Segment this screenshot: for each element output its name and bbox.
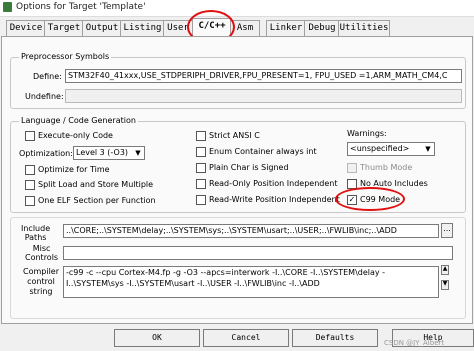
strict-ansi-label: Strict ANSI C (209, 131, 260, 140)
scroll-down-icon[interactable]: ▼ (441, 280, 449, 290)
execute-only-checkbox[interactable] (25, 131, 35, 141)
title-bar: Options for Target 'Template' (0, 0, 474, 17)
include-paths-input[interactable]: ..\CORE;..\SYSTEM\delay;..\SYSTEM\sys;..… (63, 224, 439, 238)
one-elf-label: One ELF Section per Function (38, 196, 156, 205)
compiler-control-string: -c99 -c --cpu Cortex-M4.fp -g -O3 --apcs… (63, 266, 439, 298)
define-input[interactable]: STM32F40_41xxx,USE_STDPERIPH_DRIVER,FPU_… (65, 69, 462, 83)
plain-char-label: Plain Char is Signed (209, 163, 289, 172)
strict-ansi-checkbox[interactable] (196, 131, 206, 141)
undefine-input[interactable] (65, 89, 462, 103)
split-ls-checkbox[interactable] (25, 180, 35, 190)
window-title: Options for Target 'Template' (16, 2, 146, 12)
optimization-label: Optimization: (19, 149, 73, 158)
compiler-control-label: Compiler control string (23, 267, 60, 296)
warnings-select[interactable]: <unspecified> ▼ (347, 142, 435, 156)
warnings-value: <unspecified> (350, 144, 410, 153)
annotation-circle-c99 (335, 187, 405, 211)
preprocessor-title: Preprocessor Symbols (19, 52, 112, 61)
optimize-time-checkbox[interactable] (25, 165, 35, 175)
one-elf-checkbox[interactable] (25, 196, 35, 206)
chevron-down-icon: ▼ (135, 149, 141, 157)
scroll-up-icon[interactable]: ▲ (441, 265, 449, 275)
chevron-down-icon: ▼ (425, 145, 431, 153)
optimize-time-label: Optimize for Time (38, 165, 110, 174)
ok-button[interactable]: OK (114, 329, 200, 347)
tab-output[interactable]: Output (82, 20, 122, 36)
paths-group: Include Paths ..\CORE;..\SYSTEM\delay;..… (10, 217, 466, 319)
tab-linker[interactable]: Linker (266, 20, 306, 36)
define-label: Define: (33, 72, 62, 81)
plain-char-checkbox[interactable] (196, 163, 206, 173)
include-paths-browse-button[interactable]: ... (441, 223, 453, 238)
ropi-label: Read-Only Position Independent (209, 179, 338, 188)
enum-int-checkbox[interactable] (196, 147, 206, 157)
tab-target[interactable]: Target (44, 20, 84, 36)
undefine-label: Undefine: (25, 92, 64, 101)
app-icon (3, 2, 12, 12)
ropi-checkbox[interactable] (196, 179, 206, 189)
execute-only-label: Execute-only Code (38, 131, 113, 140)
tab-listing[interactable]: Listing (120, 20, 165, 36)
tab-debug[interactable]: Debug (304, 20, 340, 36)
enum-int-label: Enum Container always int (209, 147, 317, 156)
thumb-mode-checkbox[interactable] (347, 163, 357, 173)
split-ls-label: Split Load and Store Multiple (38, 180, 154, 189)
codegen-title: Language / Code Generation (19, 116, 138, 125)
include-paths-label: Include Paths (21, 224, 51, 242)
tab-device[interactable]: Device (6, 20, 46, 36)
defaults-button[interactable]: Defaults (292, 329, 378, 347)
preprocessor-group: Preprocessor Symbols Define: STM32F40_41… (10, 52, 466, 109)
misc-controls-label: Misc Controls (25, 244, 59, 262)
rwpi-label: Read-Write Position Independent (209, 195, 340, 204)
thumb-mode-label: Thumb Mode (360, 163, 413, 172)
cc-options-panel: Preprocessor Symbols Define: STM32F40_41… (1, 36, 473, 324)
rwpi-checkbox[interactable] (196, 195, 206, 205)
misc-controls-input[interactable] (63, 246, 453, 260)
watermark: CSDN @JY_Albert (384, 339, 445, 347)
optimization-value: Level 3 (-O3) (76, 148, 129, 157)
optimization-select[interactable]: Level 3 (-O3) ▼ (73, 146, 145, 160)
warnings-label: Warnings: (347, 129, 387, 138)
cancel-button[interactable]: Cancel (203, 329, 289, 347)
tab-utilities[interactable]: Utilities (338, 20, 390, 36)
